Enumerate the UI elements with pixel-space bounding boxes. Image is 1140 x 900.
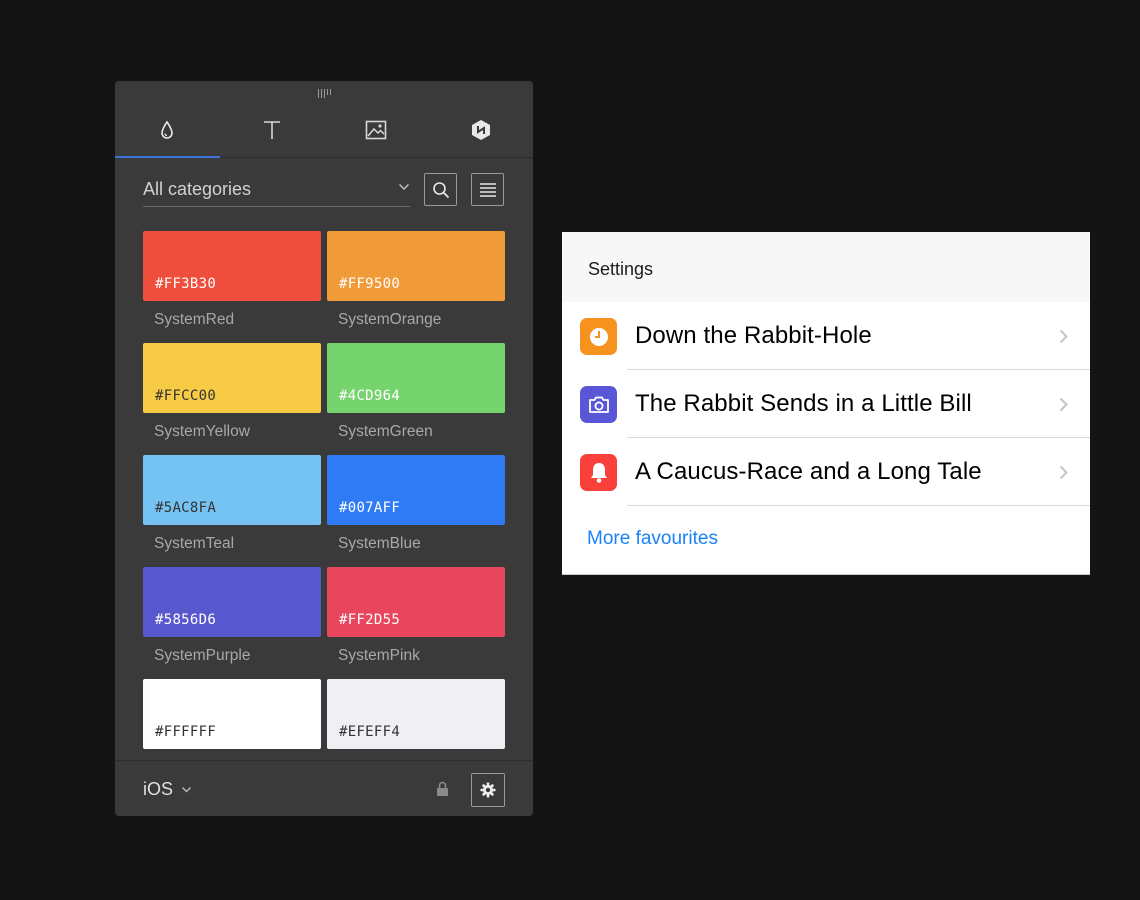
swatch-name: SystemPink [338, 647, 420, 664]
text-icon [263, 121, 280, 139]
chevron-right-icon [1059, 329, 1068, 344]
color-swatch[interactable]: #FFFFFF [143, 679, 321, 749]
swatch-chip: #007AFF [327, 455, 505, 525]
row-label: A Caucus-Race and a Long Tale [635, 458, 982, 485]
drag-handle-icon[interactable] [317, 89, 331, 99]
row-divider [627, 505, 1090, 506]
swatch-name: SystemOrange [338, 311, 442, 328]
panel-footer: iOS [115, 760, 533, 816]
chevron-down-icon [398, 183, 410, 191]
lock-icon[interactable] [436, 781, 449, 797]
category-select-value: All categories [143, 179, 252, 199]
row-label: Down the Rabbit-Hole [635, 322, 872, 349]
hexagon-logo-icon [471, 120, 490, 140]
swatch-chip: #5856D6 [143, 567, 321, 637]
image-icon [365, 120, 387, 140]
platform-label: iOS [143, 779, 174, 799]
swatch-chip: #FFCC00 [143, 343, 321, 413]
swatch-chip: #5AC8FA [143, 455, 321, 525]
favourite-row-1[interactable]: Down the Rabbit-Hole [562, 302, 1090, 370]
chevron-right-icon [1059, 397, 1068, 412]
chevron-down-icon [182, 787, 192, 793]
tab-colors[interactable] [115, 103, 220, 158]
chevron-right-icon [1059, 465, 1068, 480]
clock-icon [580, 318, 617, 355]
list-view-icon [479, 182, 496, 197]
tab-plugin[interactable] [429, 103, 534, 157]
settings-card: Settings Down the Rabbit-Hole The Rabbit… [562, 232, 1090, 575]
swatch-chip: #FF9500 [327, 231, 505, 301]
color-swatch[interactable]: #4CD964 SystemGreen [327, 343, 505, 441]
swatch-name: SystemTeal [154, 535, 235, 552]
settings-button[interactable] [471, 773, 505, 807]
row-label: The Rabbit Sends in a Little Bill [635, 390, 972, 417]
search-button[interactable] [424, 173, 457, 206]
swatch-name: SystemBlue [338, 535, 421, 552]
swatch-hex: #EFEFF4 [339, 724, 401, 740]
gear-icon [480, 782, 496, 798]
color-swatch[interactable]: #5856D6 SystemPurple [143, 567, 321, 665]
category-select[interactable]: All categories [143, 173, 410, 207]
swatch-chip: #FF2D55 [327, 567, 505, 637]
search-icon [432, 181, 449, 198]
swatch-hex: #5AC8FA [155, 500, 217, 516]
settings-header: Settings [562, 232, 1090, 302]
tab-images[interactable] [324, 103, 429, 157]
swatch-chip: #EFEFF4 [327, 679, 505, 749]
swatch-hex: #FFCC00 [155, 388, 217, 404]
swatch-hex: #FFFFFF [155, 724, 217, 740]
swatch-grid: #FF3B30 SystemRed #FF9500 SystemOrange #FFCC… [143, 231, 506, 761]
favourite-row-3[interactable]: A Caucus-Race and a Long Tale [562, 438, 1090, 506]
favourite-row-2[interactable]: The Rabbit Sends in a Little Bill [562, 370, 1090, 438]
swatch-hex: #007AFF [339, 500, 401, 516]
bell-icon [580, 454, 617, 491]
swatch-chip: #4CD964 [327, 343, 505, 413]
color-swatch[interactable]: #007AFF SystemBlue [327, 455, 505, 553]
color-swatch[interactable]: #EFEFF4 [327, 679, 505, 749]
swatch-hex: #5856D6 [155, 612, 217, 628]
platform-select[interactable]: iOS [143, 779, 192, 800]
swatch-name: SystemRed [154, 311, 235, 328]
swatch-name: SystemYellow [154, 423, 250, 440]
list-view-button[interactable] [471, 173, 504, 206]
color-swatch[interactable]: #FF3B30 SystemRed [143, 231, 321, 329]
panel-tabs [115, 103, 533, 158]
swatch-hex: #FF3B30 [155, 276, 217, 292]
swatch-chip: #FFFFFF [143, 679, 321, 749]
swatch-name: SystemGreen [338, 423, 433, 440]
color-swatch[interactable]: #FF2D55 SystemPink [327, 567, 505, 665]
swatch-chip: #FF3B30 [143, 231, 321, 301]
camera-icon [580, 386, 617, 423]
swatch-name: SystemPurple [154, 647, 251, 664]
swatch-hex: #FF9500 [339, 276, 401, 292]
tab-text[interactable] [220, 103, 325, 157]
droplet-icon [161, 120, 174, 139]
color-swatch[interactable]: #FF9500 SystemOrange [327, 231, 505, 329]
color-palette-panel: All categories #FF3B30 SystemRed #FF9500 Sy… [115, 81, 533, 816]
filter-row: All categories [143, 173, 505, 207]
color-swatch[interactable]: #FFCC00 SystemYellow [143, 343, 321, 441]
swatch-hex: #FF2D55 [339, 612, 401, 628]
more-favourites-link[interactable]: More favourites [587, 528, 718, 550]
swatch-hex: #4CD964 [339, 388, 401, 404]
color-swatch[interactable]: #5AC8FA SystemTeal [143, 455, 321, 553]
